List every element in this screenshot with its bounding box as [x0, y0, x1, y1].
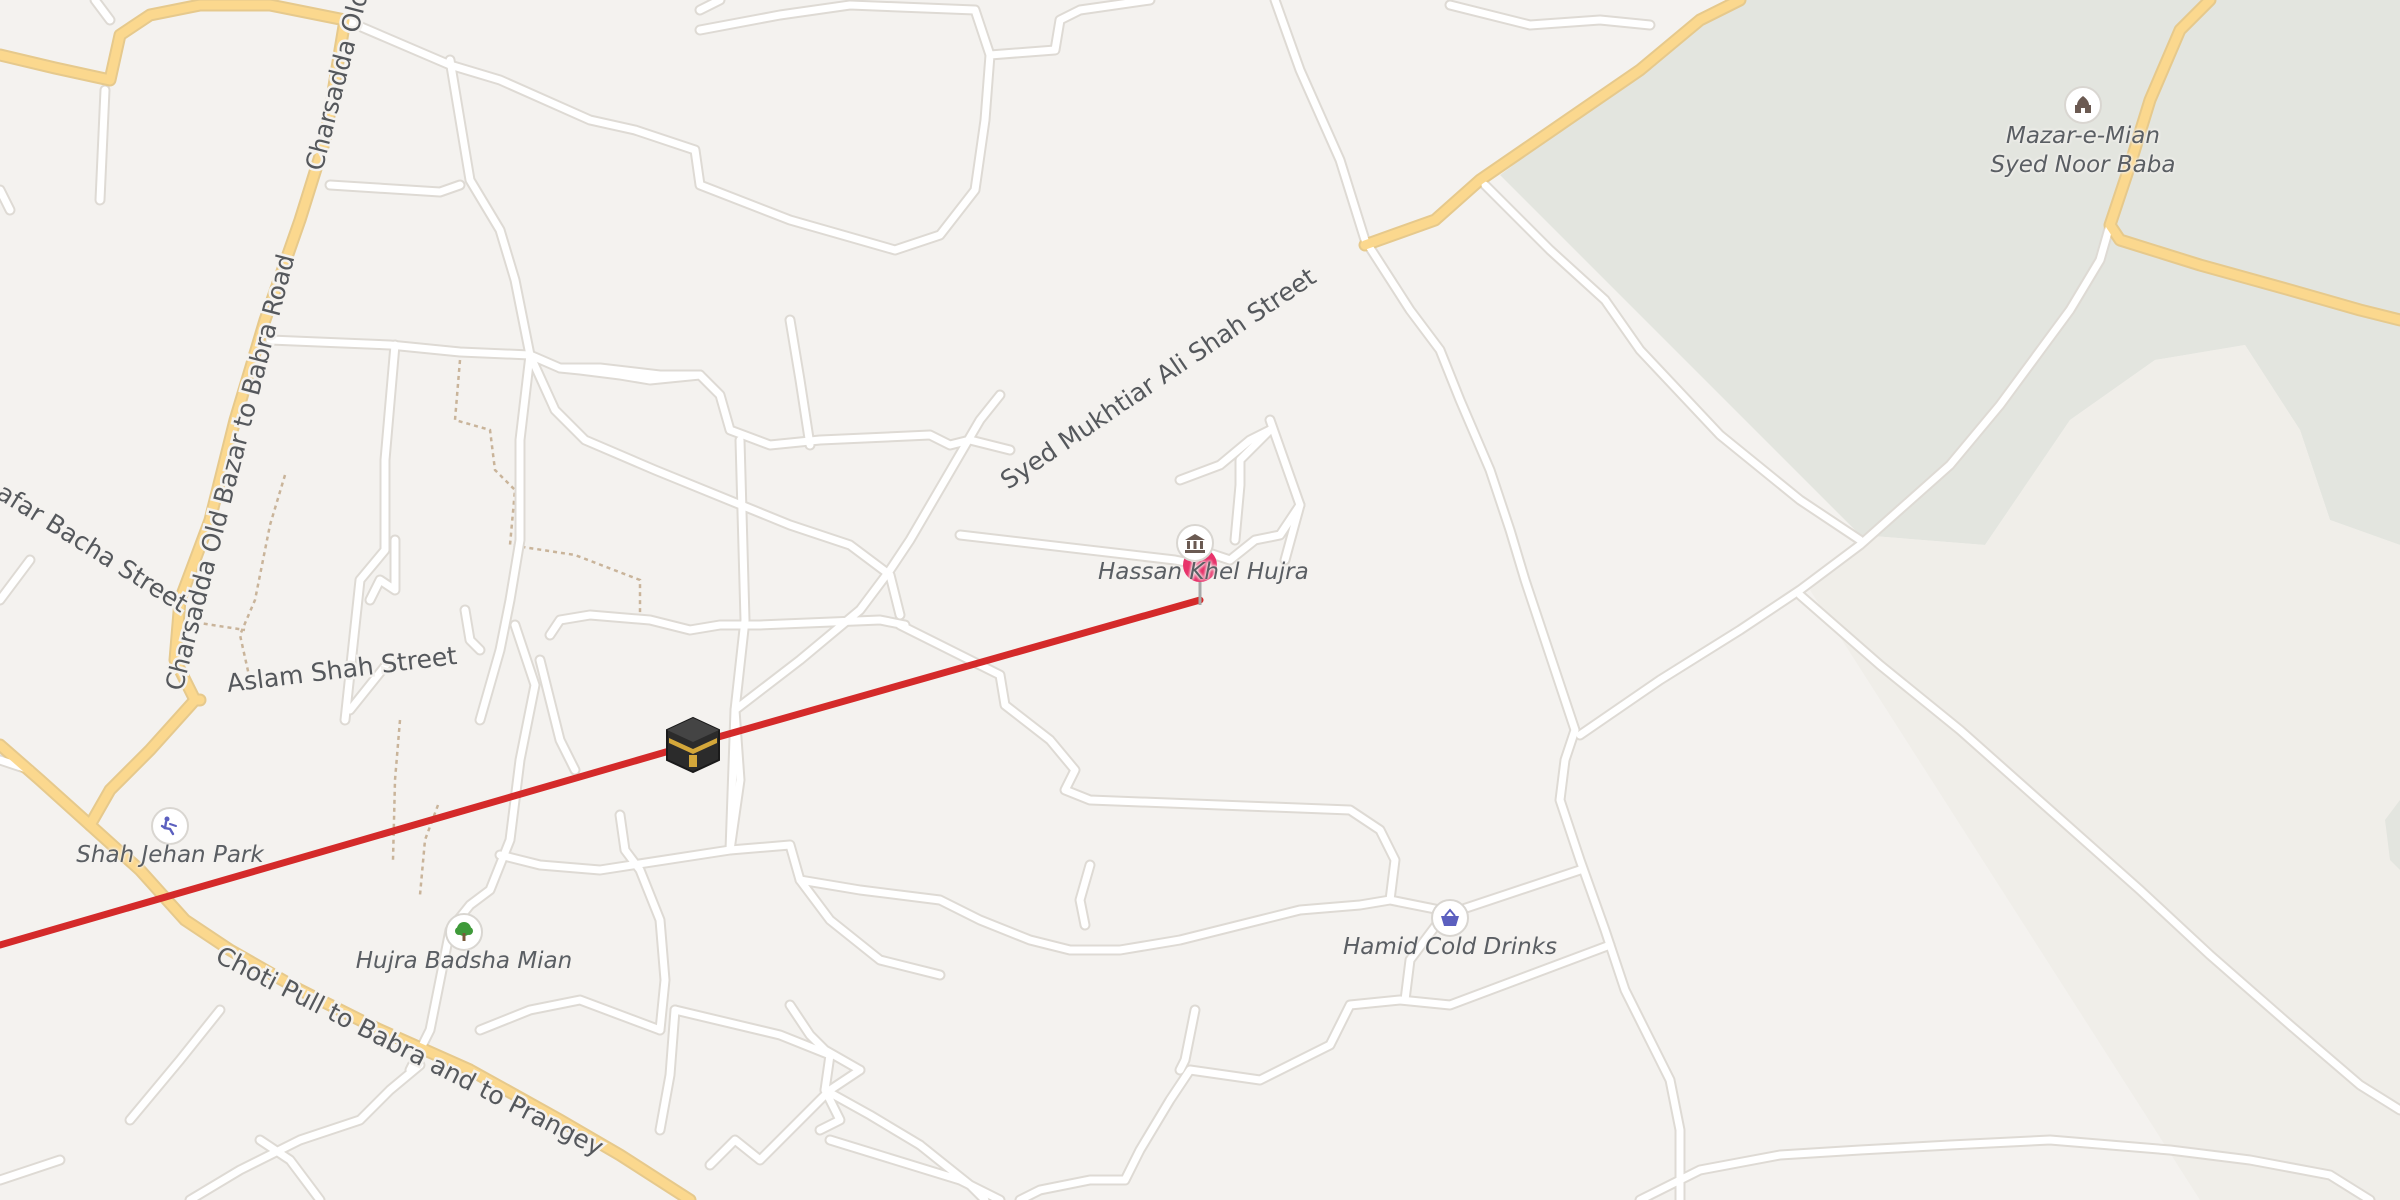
- street-label-afar-bacha: afar Bacha Street: [0, 477, 193, 618]
- minor-road: [1014, 939, 1616, 1200]
- minor-road: [406, 621, 539, 1074]
- poi-label-hassan-hujra[interactable]: Hassan Khel Hujra: [1098, 558, 1309, 587]
- street-label-charsadda-old: Charsadda Old: [300, 0, 374, 174]
- playground-icon[interactable]: [151, 807, 189, 845]
- shopping-basket-icon[interactable]: [1431, 899, 1469, 937]
- monument-icon[interactable]: [1176, 524, 1214, 562]
- footpath: [391, 719, 402, 861]
- minor-road: [696, 0, 724, 14]
- minor-road: [0, 186, 14, 214]
- footpath: [238, 474, 287, 681]
- minor-road: [896, 621, 1444, 914]
- poi-label-mazar-line2[interactable]: Syed Noor Baba: [1983, 151, 2183, 180]
- poi-label-hujra-badsha[interactable]: Hujra Badsha Mian: [344, 947, 584, 976]
- minor-road: [476, 351, 534, 724]
- poi-label-mazar-line1[interactable]: Mazar-e-Mian: [1983, 122, 2183, 151]
- street-label-syed-mukhtiar: Syed Mukhtiar Ali Shah Street: [995, 262, 1321, 495]
- minor-road: [266, 336, 1014, 454]
- minor-road: [726, 841, 944, 979]
- map-canvas[interactable]: Charsadda Old Bazar to Babra Road Charsa…: [0, 0, 2400, 1200]
- minor-road: [0, 556, 34, 604]
- minor-road: [724, 839, 946, 981]
- kaaba-icon[interactable]: [666, 716, 720, 774]
- minor-road: [0, 1156, 64, 1184]
- shrine-icon[interactable]: [2064, 86, 2102, 124]
- map-layer: Charsadda Old Bazar to Babra Road Charsa…: [0, 0, 2400, 1200]
- street-label-aslam-shah: Aslam Shah Street: [225, 641, 458, 698]
- minor-road: [786, 316, 814, 449]
- minor-road: [126, 1006, 224, 1124]
- poi-label-shah-jehan-park[interactable]: Shah Jehan Park: [70, 841, 270, 870]
- minor-road: [404, 619, 541, 1076]
- minor-road: [694, 0, 996, 61]
- minor-road: [96, 86, 109, 204]
- poi-label-hamid-cold-drinks[interactable]: Hamid Cold Drinks: [1340, 933, 1560, 962]
- main-road: [0, 740, 95, 830]
- tree-icon[interactable]: [445, 913, 483, 951]
